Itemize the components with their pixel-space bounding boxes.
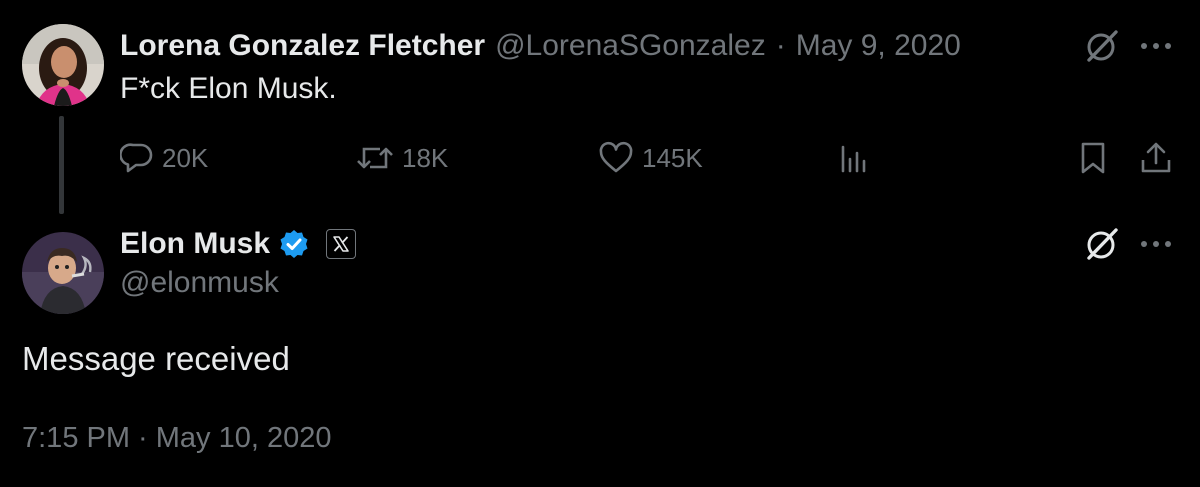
reply-button[interactable]: 20K <box>120 138 208 178</box>
parent-tweet-header: Lorena Gonzalez Fletcher @LorenaSGonzale… <box>120 26 961 66</box>
parent-author-name[interactable]: Lorena Gonzalez Fletcher <box>120 29 485 63</box>
verified-badge-icon <box>280 230 308 258</box>
thread-connector-line <box>59 116 64 214</box>
parent-author-avatar[interactable] <box>22 24 104 106</box>
like-button[interactable]: 145K <box>598 138 703 178</box>
main-author-name[interactable]: Elon Musk <box>120 227 270 261</box>
avatar-cartoon <box>22 232 104 314</box>
share-button[interactable] <box>1140 138 1172 178</box>
reply-count: 20K <box>162 142 209 173</box>
repost-button[interactable]: 18K <box>356 138 448 178</box>
repost-count: 18K <box>402 142 449 173</box>
x-logo-icon <box>333 236 349 252</box>
bookmark-button[interactable] <box>1078 138 1108 178</box>
views-button[interactable] <box>838 138 870 178</box>
main-author-avatar[interactable] <box>22 232 104 314</box>
bookmark-icon <box>1081 142 1105 174</box>
more-options-icon[interactable] <box>1138 28 1174 64</box>
parent-tweet-text: F*ck Elon Musk. <box>120 72 337 105</box>
main-tweet-header: Elon Musk <box>120 224 357 264</box>
repost-icon <box>357 147 393 169</box>
more-options-icon[interactable] <box>1138 226 1174 262</box>
parent-date-separator: · <box>775 29 786 62</box>
like-count: 145K <box>642 142 703 173</box>
reply-icon <box>120 143 153 173</box>
heart-icon <box>599 141 633 173</box>
main-tweet-timestamp[interactable]: 7:15 PM · May 10, 2020 <box>22 422 332 455</box>
grok-icon[interactable] <box>1082 224 1122 264</box>
views-chart-icon <box>841 145 866 173</box>
main-tweet-text: Message received <box>22 340 290 377</box>
parent-author-handle[interactable]: @LorenaSGonzalez <box>495 29 766 63</box>
grok-icon[interactable] <box>1082 26 1122 66</box>
share-icon <box>1141 142 1171 173</box>
affiliate-x-badge[interactable] <box>326 229 357 259</box>
parent-tweet-date[interactable]: May 9, 2020 <box>796 29 961 63</box>
avatar-photo <box>22 24 104 106</box>
main-author-handle[interactable]: @elonmusk <box>120 266 279 300</box>
